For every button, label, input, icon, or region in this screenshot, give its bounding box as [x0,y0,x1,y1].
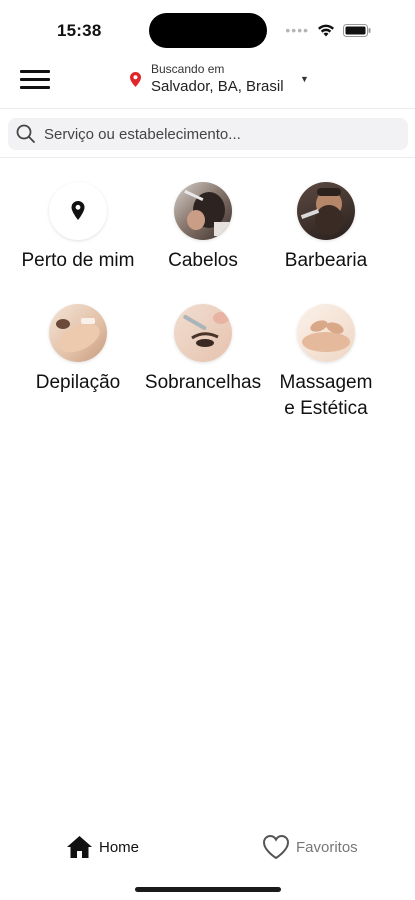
category-massagem-estetica[interactable]: Massagem e Estética [256,304,396,422]
dynamic-island [149,13,267,48]
top-header: Buscando em Salvador, BA, Brasil ▼ [0,56,415,108]
category-label: Massagem e Estética [279,372,373,419]
waxing-photo [49,304,107,362]
wifi-icon [318,24,334,36]
haircut-photo [174,182,232,240]
search-icon [16,124,35,143]
tab-favoritos-label: Favoritos [296,838,358,856]
location-pin-icon [49,182,107,240]
location-value: Salvador, BA, Brasil [151,78,284,95]
search-input[interactable] [44,118,400,150]
status-icons: •••• [285,22,371,38]
eyebrow-photo [174,304,232,362]
bottom-tab-bar: Home Favoritos [0,825,415,869]
category-depilacao[interactable]: Depilação [8,304,148,396]
battery-icon [343,23,371,37]
category-barbearia[interactable]: Barbearia [256,182,396,274]
category-perto-de-mim[interactable]: Perto de mim [8,182,148,274]
category-label: Cabelos [168,250,238,271]
home-indicator [135,887,281,892]
category-label: Sobrancelhas [144,372,262,393]
category-sobrancelhas[interactable]: Sobrancelhas [133,304,273,396]
massage-photo [297,304,355,362]
category-label: Perto de mim [21,250,135,271]
category-cabelos[interactable]: Cabelos [133,182,273,274]
location-selector[interactable]: Buscando em Salvador, BA, Brasil ▼ [130,62,320,100]
category-label: Depilação [35,372,121,393]
tab-home-label: Home [99,838,140,856]
header-divider [0,108,415,109]
status-bar: 15:38 •••• [0,0,415,56]
map-pin-icon [130,72,141,87]
status-time: 15:38 [57,21,102,40]
search-divider [0,157,415,158]
tab-favoritos[interactable]: Favoritos [262,825,358,869]
home-icon [67,836,92,858]
category-label: Barbearia [284,250,368,271]
search-bar[interactable] [8,118,408,150]
hamburger-menu-icon[interactable] [20,67,52,93]
chevron-down-icon: ▼ [300,74,309,84]
tab-home[interactable]: Home [66,825,139,869]
heart-icon [262,834,290,860]
barber-photo [297,182,355,240]
signal-dots-icon: •••• [285,22,309,38]
location-label: Buscando em [151,62,225,76]
